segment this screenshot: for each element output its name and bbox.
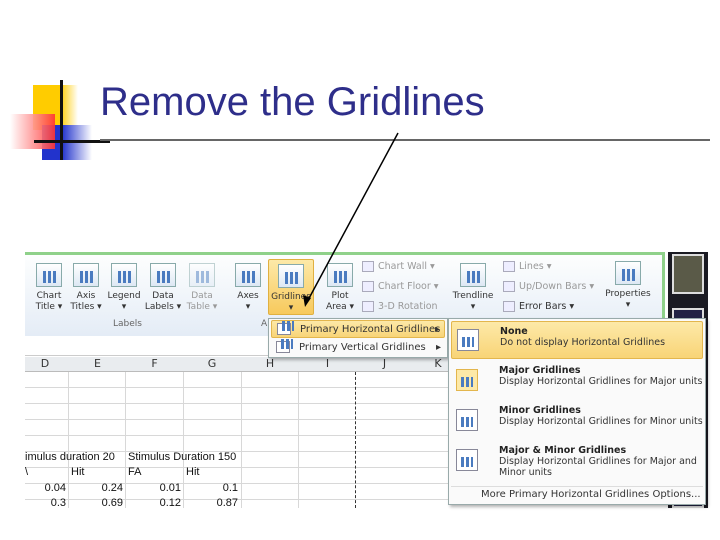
pointer-arrow <box>303 132 399 307</box>
